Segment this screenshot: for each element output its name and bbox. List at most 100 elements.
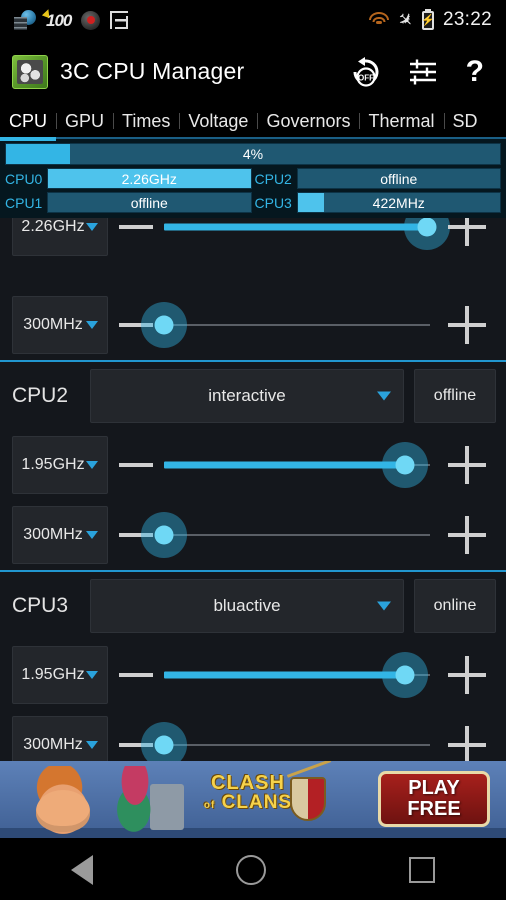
increase-button[interactable] <box>438 673 496 677</box>
frequency-dropdown[interactable]: 1.95GHz <box>12 646 108 704</box>
core-name: CPU0 <box>5 171 47 187</box>
core-bar: offline <box>47 192 252 213</box>
core-status-row: CPU0 2.26GHz CPU2 offline <box>5 168 501 189</box>
core-status-cpu1: CPU1 offline <box>5 192 252 213</box>
status-bar-left-icons: 100 <box>14 10 128 30</box>
governor-value: interactive <box>208 386 285 406</box>
tab-cpu[interactable]: CPU <box>0 111 56 139</box>
frequency-slider[interactable] <box>164 716 438 761</box>
cpu3-header-row: CPU3 bluactive online <box>0 572 506 640</box>
frequency-value: 300MHz <box>23 316 83 334</box>
core-status-cpu3: CPU3 422MHz <box>255 192 502 213</box>
decrease-button[interactable] <box>108 673 164 677</box>
tab-gpu[interactable]: GPU <box>56 111 113 139</box>
frequency-dropdown[interactable]: 1.95GHz <box>12 436 108 494</box>
frequency-dropdown[interactable]: 300MHz <box>12 506 108 564</box>
frequency-value: 1.95GHz <box>21 666 84 684</box>
app-globe-icon <box>14 10 36 30</box>
total-load-label: 4% <box>243 146 263 162</box>
core-name: CPU2 <box>255 171 297 187</box>
chevron-down-icon <box>86 461 98 469</box>
layers-icon <box>110 11 128 29</box>
tab-sd[interactable]: SD <box>444 111 487 139</box>
governor-value: bluactive <box>213 596 280 616</box>
ad-character-barbarian <box>20 766 106 838</box>
frequency-slider[interactable] <box>164 646 438 704</box>
cpu-settings-list[interactable]: 2.26GHz 300MHz <box>0 218 506 761</box>
battery-100-icon: 100 <box>46 12 71 29</box>
slider-thumb[interactable] <box>155 526 174 545</box>
cpu-load-panel: 4% CPU0 2.26GHz CPU2 offline CPU1 <box>0 139 506 218</box>
action-bar: 3C CPU Manager OFF <box>0 40 506 103</box>
governor-dropdown-cpu2[interactable]: interactive <box>90 369 404 423</box>
ad-title-line2: CLANS <box>222 792 292 813</box>
ad-cta-line1: PLAY <box>408 778 460 799</box>
core-name: CPU3 <box>255 195 297 211</box>
chevron-down-icon <box>86 671 98 679</box>
settings-sliders-icon[interactable] <box>408 58 438 86</box>
frequency-row-cpu3-min: 300MHz <box>0 710 506 761</box>
frequency-slider[interactable] <box>164 506 438 564</box>
frequency-slider[interactable] <box>164 436 438 494</box>
home-icon[interactable] <box>236 855 266 885</box>
core-value: offline <box>131 195 168 211</box>
core-bar: 2.26GHz <box>47 168 252 189</box>
wifi-icon <box>369 12 389 28</box>
tab-thermal[interactable]: Thermal <box>359 111 443 139</box>
recents-icon[interactable] <box>409 857 435 883</box>
battery-charging-icon <box>422 11 434 30</box>
frequency-slider[interactable] <box>164 218 438 256</box>
frequency-row: 2.26GHz <box>0 218 506 262</box>
increase-button[interactable] <box>438 533 496 537</box>
slider-thumb[interactable] <box>418 218 437 237</box>
cpu3-label: CPU3 <box>12 594 80 618</box>
status-bar: 100 ✈ 23:22 <box>0 0 506 40</box>
governor-dropdown-cpu3[interactable]: bluactive <box>90 579 404 633</box>
android-navigation-bar <box>0 838 506 900</box>
frequency-dropdown[interactable]: 300MHz <box>12 296 108 354</box>
slider-thumb[interactable] <box>155 316 174 335</box>
refresh-off-icon[interactable]: OFF <box>350 57 380 87</box>
tab-times[interactable]: Times <box>113 111 179 139</box>
core-state-button-cpu3[interactable]: online <box>414 579 496 633</box>
ad-shield-icon <box>290 777 326 821</box>
frequency-dropdown[interactable]: 300MHz <box>12 716 108 761</box>
core-value: offline <box>380 171 417 187</box>
frequency-dropdown[interactable]: 2.26GHz <box>12 218 108 256</box>
help-icon[interactable]: ? <box>466 57 484 87</box>
core-bar: 422MHz <box>297 192 502 213</box>
increase-button[interactable] <box>438 463 496 467</box>
decrease-button[interactable] <box>108 463 164 467</box>
back-icon[interactable] <box>71 855 93 885</box>
core-state-button-cpu2[interactable]: offline <box>414 369 496 423</box>
svg-text:OFF: OFF <box>358 73 374 82</box>
tab-voltage[interactable]: Voltage <box>179 111 257 139</box>
ad-banner[interactable]: CLASH of CLANS PLAY FREE <box>0 761 506 838</box>
cpu2-header-row: CPU2 interactive offline <box>0 362 506 430</box>
core-name: CPU1 <box>5 195 47 211</box>
increase-button[interactable] <box>438 323 496 327</box>
slider-thumb[interactable] <box>155 736 174 755</box>
decrease-button[interactable] <box>108 225 164 229</box>
core-status-cpu0: CPU0 2.26GHz <box>5 168 252 189</box>
frequency-value: 300MHz <box>23 526 83 544</box>
frequency-row-cpu1-min: 300MHz <box>0 290 506 360</box>
status-bar-right-icons: ✈ 23:22 <box>369 9 492 31</box>
frequency-row-cpu3-max: 1.95GHz <box>0 640 506 710</box>
ad-play-free-button[interactable]: PLAY FREE <box>378 771 490 827</box>
record-icon <box>81 11 100 30</box>
slider-thumb[interactable] <box>396 456 415 475</box>
slider-thumb[interactable] <box>396 666 415 685</box>
chevron-down-icon <box>86 223 98 231</box>
cpu2-label: CPU2 <box>12 384 80 408</box>
frequency-slider[interactable] <box>164 296 438 354</box>
cpu-chip-icon <box>12 55 48 89</box>
tab-governors[interactable]: Governors <box>257 111 359 139</box>
action-bar-buttons: OFF ? <box>350 57 494 87</box>
chevron-down-icon <box>377 602 391 611</box>
ad-character-archer <box>104 766 166 836</box>
core-value: 422MHz <box>373 195 425 211</box>
increase-button[interactable] <box>438 743 496 747</box>
frequency-row-cpu2-max: 1.95GHz <box>0 430 506 500</box>
ad-cta-line2: FREE <box>407 799 460 820</box>
